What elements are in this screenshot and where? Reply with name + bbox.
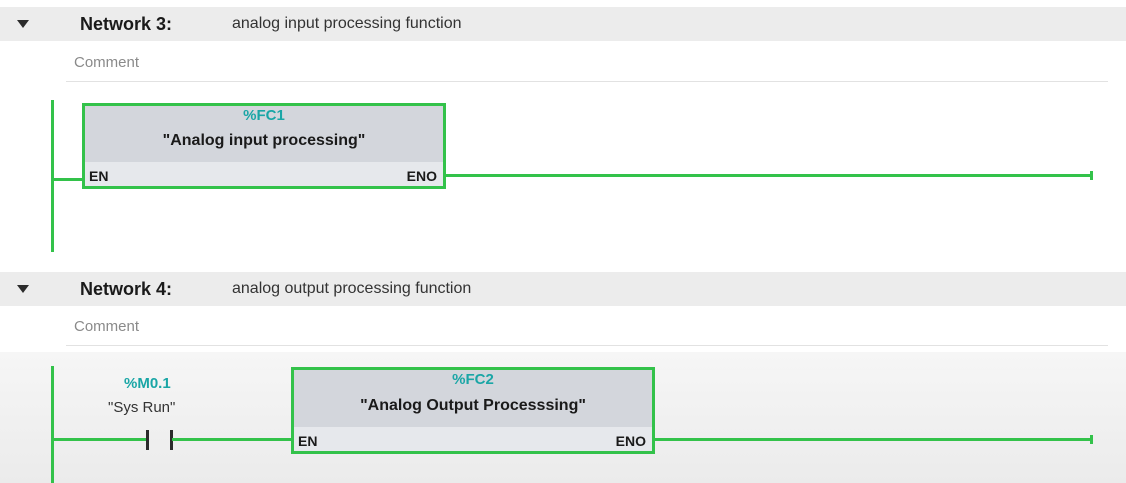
network-3-description[interactable]: analog input processing function [232,15,462,33]
contact-input-wire [52,438,146,441]
block-number[interactable]: %FC2 [294,371,652,388]
eno-pin: ENO [406,168,437,184]
function-block-fc2[interactable]: %FC2 "Analog Output Processsing" EN ENO [291,367,655,454]
network-4-ladder: %M0.1 "Sys Run" %FC2 "Analog Output Proc… [0,352,1126,483]
network-4-title: Network 4: [80,278,173,299]
eno-output-wire [654,438,1092,441]
network-3-title: Network 3: [80,13,173,34]
block-name[interactable]: "Analog Output Processsing" [294,397,652,415]
left-power-rail [51,366,54,483]
block-name[interactable]: "Analog input processing" [85,132,443,150]
block-number[interactable]: %FC1 [85,107,443,124]
en-pin: EN [89,168,109,184]
eno-pin: ENO [615,433,646,449]
network-3-header[interactable]: Network 3: analog input processing funct… [0,7,1126,41]
contact-output-wire [172,438,294,441]
en-wire [52,178,84,181]
block-pins-area [294,427,652,451]
collapse-triangle-icon[interactable] [17,285,29,293]
network-4-comment-field[interactable]: Comment [66,308,1108,346]
network-4-header[interactable]: Network 4: analog output processing func… [0,272,1126,306]
contact-left-bar[interactable] [146,430,149,450]
collapse-triangle-icon[interactable] [17,20,29,28]
network-3-ladder: %FC1 "Analog input processing" EN ENO [0,86,1126,256]
network-4-description[interactable]: analog output processing function [232,280,471,298]
contact-address[interactable]: %M0.1 [124,375,171,392]
block-pins-area [85,162,443,186]
eno-output-wire [445,174,1092,177]
wire-end-marker[interactable] [1090,171,1093,180]
network-3-comment-field[interactable]: Comment [66,44,1108,82]
wire-end-marker[interactable] [1090,435,1093,444]
left-power-rail [51,100,54,252]
en-pin: EN [298,433,318,449]
function-block-fc1[interactable]: %FC1 "Analog input processing" EN ENO [82,103,446,189]
contact-tag-name[interactable]: "Sys Run" [108,399,175,416]
